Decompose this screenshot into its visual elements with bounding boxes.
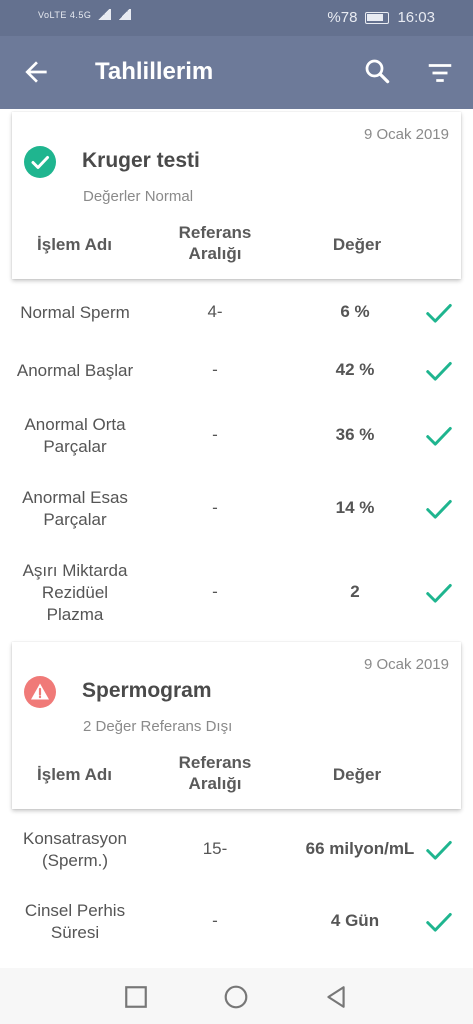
signal-icon [97,9,112,20]
row-value: 6 % [340,302,370,321]
check-icon [426,427,452,446]
column-header-value: Değer [332,235,382,254]
home-icon[interactable] [223,984,249,1010]
row-test-name: Cinsel Perhis Süresi [24,901,126,942]
test-name: Spermogram [82,679,212,702]
battery-percent: %78 [327,9,358,26]
column-header-name: İşlem Adı [37,765,112,784]
row-test-name: Anormal Orta Parçalar [24,415,126,456]
row-test-name: Anormal Esas Parçalar [22,488,128,529]
test-card-kruger[interactable]: 9 Ocak 2019 Kruger testi Değerler Normal… [12,112,461,279]
back-arrow-icon[interactable] [20,56,52,88]
row-test-name: Konsatrasyon (Sperm.) [23,829,127,870]
check-icon [426,362,452,381]
signal-indicators: VoLTE 4.5G [38,9,132,20]
row-ref: - [212,498,218,517]
status-bar: VoLTE 4.5G %78 16:03 [0,0,473,36]
row-ref: - [212,911,218,930]
test-summary: Değerler Normal [83,188,194,205]
row-ref: - [212,582,218,601]
column-header-ref: Referans Aralığı [178,753,252,793]
recent-apps-icon[interactable] [123,984,149,1010]
check-circle-icon [24,146,56,178]
column-header-ref: Referans Aralığı [178,223,252,263]
row-value: 4 Gün [330,911,380,930]
check-icon [426,913,452,932]
row-ref: 15- [202,839,228,858]
row-test-name: Normal Sperm [20,303,130,322]
test-card-spermogram[interactable]: 9 Ocak 2019 Spermogram 2 Değer Referans … [12,642,461,809]
app-bar: Tahlillerim [0,36,473,109]
row-value: 36 % [335,425,375,444]
page-title: Tahlillerim [95,58,214,85]
carrier-label: VoLTE 4.5G [38,9,92,20]
check-icon [426,841,452,860]
system-nav-bar [0,968,473,1024]
row-ref: 4- [207,302,223,321]
nav-back-icon[interactable] [323,984,349,1010]
test-name: Kruger testi [82,149,200,172]
signal-icon-2 [117,9,132,20]
test-date: 9 Ocak 2019 [363,656,449,673]
status-right: %78 16:03 [327,9,435,26]
filter-icon[interactable] [425,58,455,88]
row-value: 2 [350,582,360,601]
check-icon [426,500,452,519]
row-ref: - [212,360,218,379]
check-icon [426,584,452,603]
search-icon[interactable] [362,56,392,86]
row-test-name: Anormal Başlar [16,361,134,380]
row-ref: - [212,425,218,444]
warning-icon [24,676,56,708]
row-value: 42 % [335,360,375,379]
row-value: 66 milyon/mL [305,839,415,858]
row-test-name: Aşırı Miktarda Rezidüel Plazma [22,561,128,624]
column-header-name: İşlem Adı [37,235,112,254]
test-summary: 2 Değer Referans Dışı [83,718,233,735]
check-icon [426,304,452,323]
clock: 16:03 [397,9,435,26]
test-date: 9 Ocak 2019 [363,126,449,143]
battery-icon [365,11,390,24]
column-header-value: Değer [332,765,382,784]
row-value: 14 % [335,498,375,517]
